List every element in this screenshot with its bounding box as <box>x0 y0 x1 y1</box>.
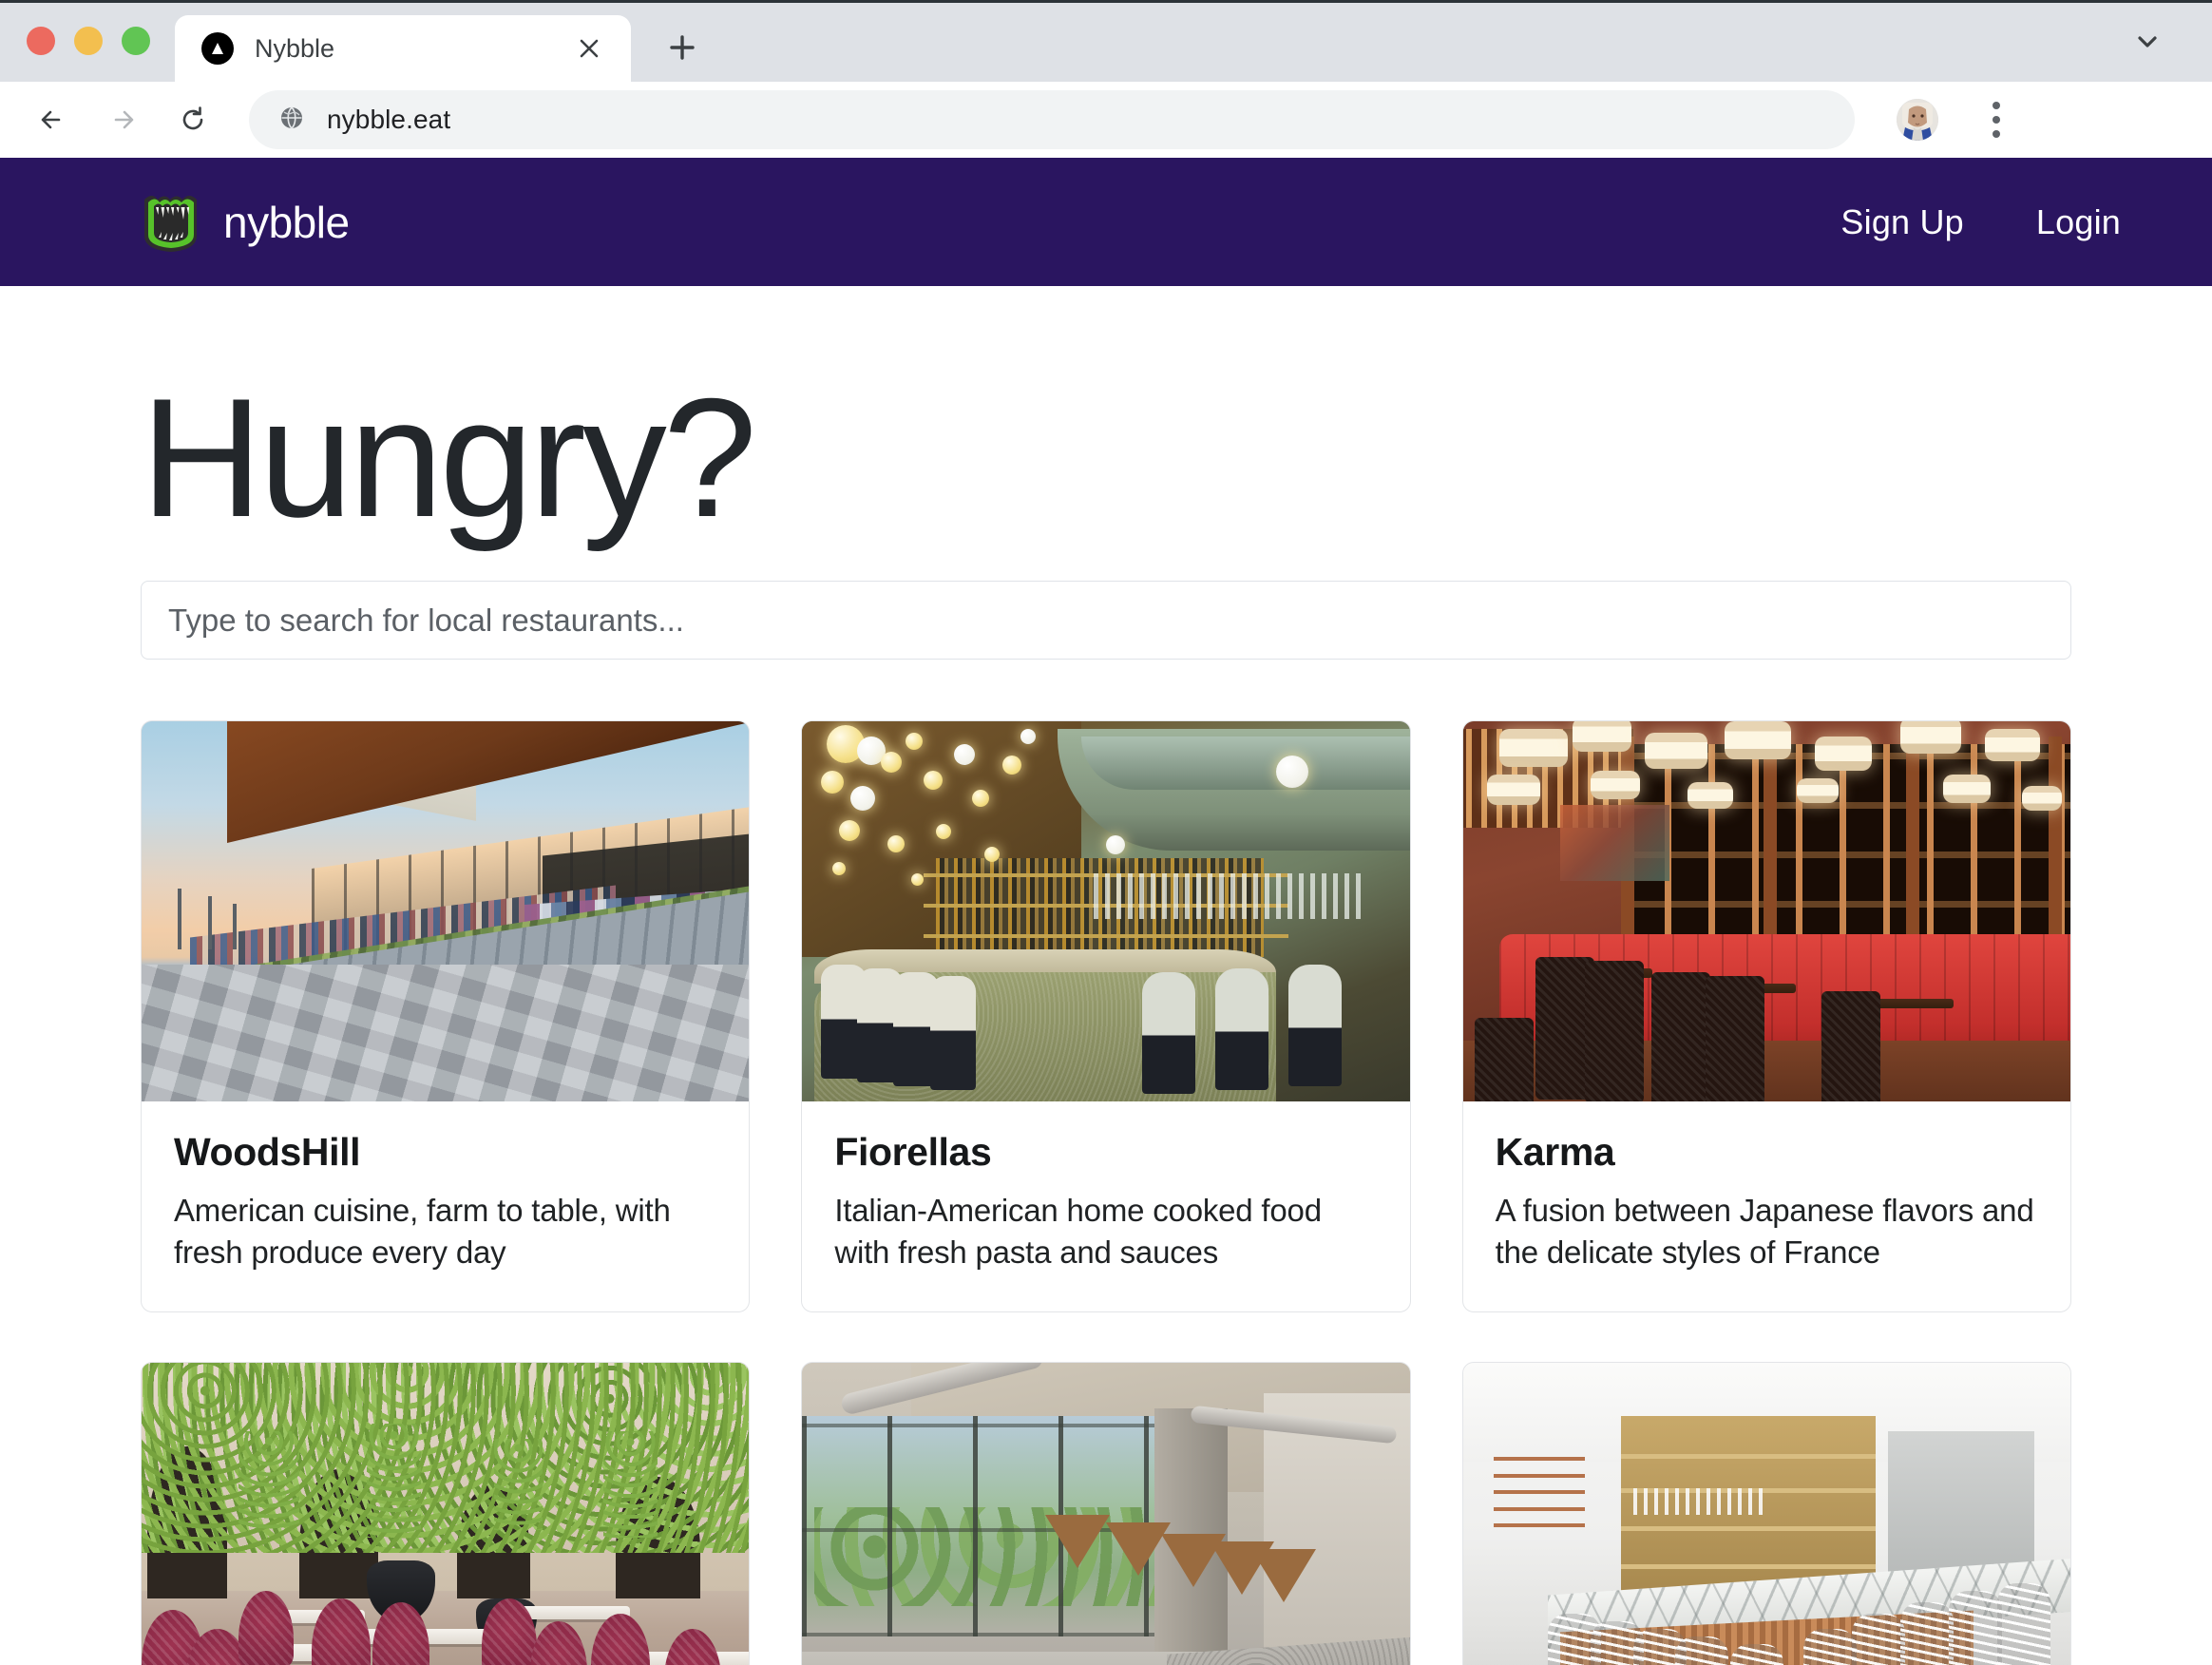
close-window-button[interactable] <box>27 27 55 55</box>
tab-title: Nybble <box>255 33 335 63</box>
minimize-window-button[interactable] <box>74 27 103 55</box>
restaurant-description: American cuisine, farm to table, with fr… <box>174 1193 671 1270</box>
browser-tab[interactable]: Nybble <box>175 15 631 82</box>
browser-window: Nybble nybble.eat nybble Sign Up Login H… <box>0 0 2212 1665</box>
restaurant-photo-karma <box>1462 721 2070 1101</box>
site-header: nybble Sign Up Login <box>0 158 2212 286</box>
window-traffic-lights <box>27 27 175 82</box>
restaurant-card-grid: WoodsHill American cuisine, farm to tabl… <box>141 720 2071 1665</box>
browser-tab-strip: Nybble <box>0 0 2212 82</box>
globe-icon <box>277 104 306 137</box>
chevron-down-icon[interactable] <box>2125 19 2170 65</box>
maximize-window-button[interactable] <box>122 27 150 55</box>
page-content: Hungry? Type to search for local restaur… <box>0 286 2212 1665</box>
search-input[interactable] <box>141 581 2071 660</box>
restaurant-card[interactable]: Karma A fusion between Japanese flavors … <box>1461 720 2071 1312</box>
restaurant-photo-industrial-cafe <box>802 1362 1410 1665</box>
back-arrow-icon[interactable] <box>21 88 84 151</box>
restaurant-name: Fiorellas <box>834 1130 992 1174</box>
restaurant-photo-fiorellas <box>802 721 1410 1101</box>
restaurant-card[interactable] <box>141 1361 751 1665</box>
browser-toolbar: nybble.eat <box>0 82 2212 158</box>
page-viewport: nybble Sign Up Login Hungry? Type to sea… <box>0 158 2212 1665</box>
restaurant-card[interactable] <box>1461 1361 2071 1665</box>
kebab-menu-icon[interactable] <box>1973 91 2020 148</box>
restaurant-name: WoodsHill <box>174 1130 361 1174</box>
restaurant-photo-ivy-courtyard <box>142 1362 750 1665</box>
address-bar-url: nybble.eat <box>327 105 451 134</box>
restaurant-card-body: Fiorellas Italian-American home cooked f… <box>802 1101 1409 1311</box>
site-nav: Sign Up Login <box>1840 202 2121 242</box>
close-icon[interactable] <box>572 31 606 66</box>
restaurant-description: Italian-American home cooked food with f… <box>834 1193 1322 1270</box>
nybble-triangle-icon <box>201 32 234 65</box>
login-link[interactable]: Login <box>2036 202 2121 242</box>
restaurant-description: A fusion between Japanese flavors and th… <box>1495 1193 2034 1270</box>
restaurant-card[interactable] <box>801 1361 1411 1665</box>
monster-mouth-icon <box>141 190 200 254</box>
avatar[interactable] <box>1897 99 1938 141</box>
new-tab-button[interactable] <box>656 21 709 74</box>
forward-arrow-icon[interactable] <box>91 88 154 151</box>
brand-logo[interactable]: nybble <box>141 190 350 254</box>
address-bar[interactable]: nybble.eat <box>249 90 1855 149</box>
sign-up-link[interactable]: Sign Up <box>1840 202 1963 242</box>
reload-icon[interactable] <box>162 88 224 151</box>
page-title: Hungry? <box>141 363 757 552</box>
brand-name: nybble <box>223 197 350 247</box>
restaurant-card[interactable]: WoodsHill American cuisine, farm to tabl… <box>141 720 751 1312</box>
restaurant-name: Karma <box>1495 1130 1615 1174</box>
restaurant-card[interactable]: Fiorellas Italian-American home cooked f… <box>801 720 1411 1312</box>
restaurant-photo-marble-counter <box>1462 1362 2070 1665</box>
restaurant-card-body: WoodsHill American cuisine, farm to tabl… <box>142 1101 749 1311</box>
restaurant-photo-woodshill <box>142 721 750 1101</box>
tab-strip-right-controls <box>2125 19 2212 82</box>
restaurant-card-body: Karma A fusion between Japanese flavors … <box>1463 1101 2070 1311</box>
